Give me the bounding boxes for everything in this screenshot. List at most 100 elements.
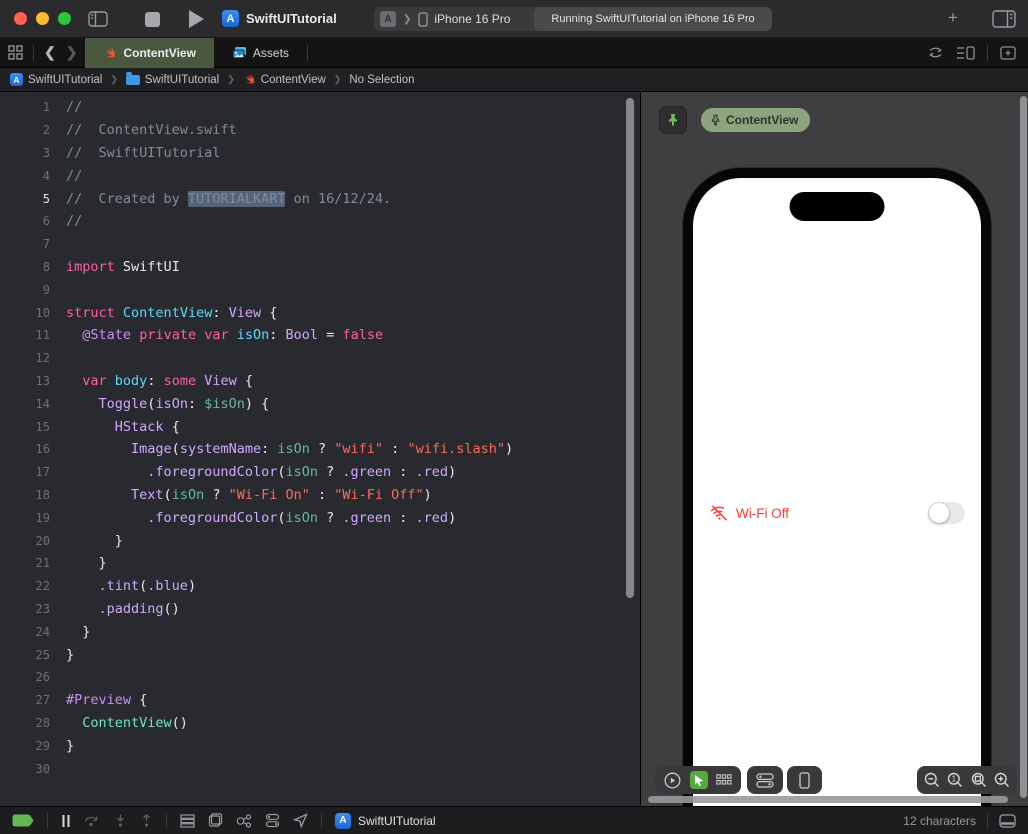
line-number[interactable]: 28 xyxy=(0,716,50,730)
line-number[interactable]: 14 xyxy=(0,397,50,411)
code-line[interactable]: 27 #Preview { xyxy=(0,689,640,712)
line-number[interactable]: 30 xyxy=(0,762,50,776)
zoom-100-button[interactable]: 1 xyxy=(947,772,963,788)
code-line[interactable]: 28 ContentView() xyxy=(0,712,640,735)
editor-scrollbar[interactable] xyxy=(626,98,634,598)
live-preview-button[interactable] xyxy=(664,772,681,789)
tab-assets[interactable]: Assets xyxy=(214,38,307,68)
line-number[interactable]: 22 xyxy=(0,579,50,593)
code-line[interactable]: 26 xyxy=(0,666,640,689)
tab-contentview[interactable]: ContentView xyxy=(85,37,214,68)
memory-graph-icon[interactable] xyxy=(208,813,223,828)
debug-process[interactable]: A SwiftUITutorial xyxy=(335,812,436,829)
code-line[interactable]: 8 import SwiftUI xyxy=(0,256,640,279)
line-number[interactable]: 29 xyxy=(0,739,50,753)
line-number[interactable]: 23 xyxy=(0,602,50,616)
line-number[interactable]: 17 xyxy=(0,465,50,479)
close-window-button[interactable] xyxy=(14,12,27,25)
line-number[interactable]: 24 xyxy=(0,625,50,639)
line-number[interactable]: 3 xyxy=(0,146,50,160)
scheme-target-icon[interactable]: A xyxy=(380,11,396,27)
breadcrumb-item-selection[interactable]: No Selection xyxy=(349,74,414,86)
code-line[interactable]: 14 Toggle(isOn: $isOn) { xyxy=(0,392,640,415)
toggle-inspector-icon[interactable] xyxy=(992,10,1016,28)
code-line[interactable]: 30 xyxy=(0,757,640,780)
add-button[interactable]: + xyxy=(948,9,958,27)
stop-button[interactable] xyxy=(145,12,160,27)
code-line[interactable]: 5// Created by TUTORIALKART on 16/12/24. xyxy=(0,187,640,210)
code-line[interactable]: 11 @State private var isOn: Bool = false xyxy=(0,324,640,347)
code-line[interactable]: 2// ContentView.swift xyxy=(0,119,640,142)
line-number[interactable]: 11 xyxy=(0,328,50,342)
code-line[interactable]: 3// SwiftUITutorial xyxy=(0,142,640,165)
code-line[interactable]: 9 xyxy=(0,278,640,301)
step-out-icon[interactable] xyxy=(140,813,153,828)
zoom-in-button[interactable] xyxy=(994,772,1010,788)
preview-device-button[interactable] xyxy=(799,771,810,789)
code-line[interactable]: 10 struct ContentView: View { xyxy=(0,301,640,324)
step-over-icon[interactable] xyxy=(84,814,101,827)
code-line[interactable]: 18 Text(isOn ? "Wi-Fi On" : "Wi-Fi Off") xyxy=(0,484,640,507)
zoom-fit-button[interactable] xyxy=(971,772,987,788)
go-back-button[interactable]: ❮ xyxy=(44,44,56,61)
line-number[interactable]: 6 xyxy=(0,214,50,228)
code-line[interactable]: 7 xyxy=(0,233,640,256)
editor-options-icon[interactable] xyxy=(956,45,975,60)
breadcrumb-item-group[interactable]: SwiftUITutorial xyxy=(125,71,219,86)
line-number[interactable]: 9 xyxy=(0,283,50,297)
line-number[interactable]: 2 xyxy=(0,123,50,137)
variants-mode-button[interactable] xyxy=(716,773,732,787)
run-destination-label[interactable]: iPhone 16 Pro xyxy=(434,12,510,26)
run-destination-phone-icon[interactable] xyxy=(418,11,429,27)
line-number[interactable]: 5 xyxy=(0,192,50,206)
code-line[interactable]: 6// xyxy=(0,210,640,233)
minimize-window-button[interactable] xyxy=(36,12,49,25)
canvas-vertical-scrollbar[interactable] xyxy=(1020,96,1027,798)
breakpoints-toggle-icon[interactable] xyxy=(12,814,34,827)
code-line[interactable]: 21 } xyxy=(0,552,640,575)
code-line[interactable]: 20 } xyxy=(0,529,640,552)
line-number[interactable]: 26 xyxy=(0,670,50,684)
line-number[interactable]: 8 xyxy=(0,260,50,274)
code-review-arrows-icon[interactable] xyxy=(927,46,944,59)
line-number[interactable]: 21 xyxy=(0,556,50,570)
code-line[interactable]: 4// xyxy=(0,164,640,187)
line-number[interactable]: 1 xyxy=(0,100,50,114)
line-number[interactable]: 12 xyxy=(0,351,50,365)
code-line[interactable]: 19 .foregroundColor(isOn ? .green : .red… xyxy=(0,506,640,529)
simulate-location-icon[interactable] xyxy=(293,813,308,828)
scheme-selector[interactable]: A ❯ iPhone 16 Pro Running SwiftUITutoria… xyxy=(374,7,772,31)
code-line[interactable]: 17 .foregroundColor(isOn ? .green : .red… xyxy=(0,461,640,484)
related-items-grid-icon[interactable] xyxy=(8,45,23,60)
line-number[interactable]: 25 xyxy=(0,648,50,662)
line-number[interactable]: 16 xyxy=(0,442,50,456)
line-number[interactable]: 27 xyxy=(0,693,50,707)
code-line[interactable]: 16 Image(systemName: isOn ? "wifi" : "wi… xyxy=(0,438,640,461)
line-number[interactable]: 19 xyxy=(0,511,50,525)
add-editor-icon[interactable] xyxy=(1000,45,1016,60)
code-line[interactable]: 13 var body: some View { xyxy=(0,370,640,393)
step-into-icon[interactable] xyxy=(114,814,127,828)
line-number[interactable]: 7 xyxy=(0,237,50,251)
selectable-mode-button[interactable] xyxy=(689,771,708,789)
code-line[interactable]: 23 .padding() xyxy=(0,598,640,621)
toggle-navigator-sidebar-icon[interactable] xyxy=(88,11,108,27)
preview-name-badge[interactable]: ContentView xyxy=(701,108,811,132)
code-line[interactable]: 1// xyxy=(0,96,640,119)
code-line[interactable]: 24 } xyxy=(0,620,640,643)
breadcrumb-item-file[interactable]: ContentView xyxy=(243,73,326,86)
line-number[interactable]: 10 xyxy=(0,306,50,320)
code-line[interactable]: 12 xyxy=(0,347,640,370)
toggle-debug-area-icon[interactable] xyxy=(999,813,1016,828)
line-number[interactable]: 20 xyxy=(0,534,50,548)
run-button[interactable] xyxy=(189,10,204,28)
pin-preview-button[interactable] xyxy=(659,106,687,134)
breadcrumb-item-project[interactable]: A SwiftUITutorial xyxy=(10,73,102,86)
code-line[interactable]: 22 .tint(.blue) xyxy=(0,575,640,598)
go-forward-button[interactable]: ❯ xyxy=(66,44,78,61)
wifi-toggle[interactable] xyxy=(928,502,965,524)
code-line[interactable]: 29} xyxy=(0,734,640,757)
environment-overrides-icon[interactable] xyxy=(265,813,280,828)
line-number[interactable]: 15 xyxy=(0,420,50,434)
line-number[interactable]: 4 xyxy=(0,169,50,183)
